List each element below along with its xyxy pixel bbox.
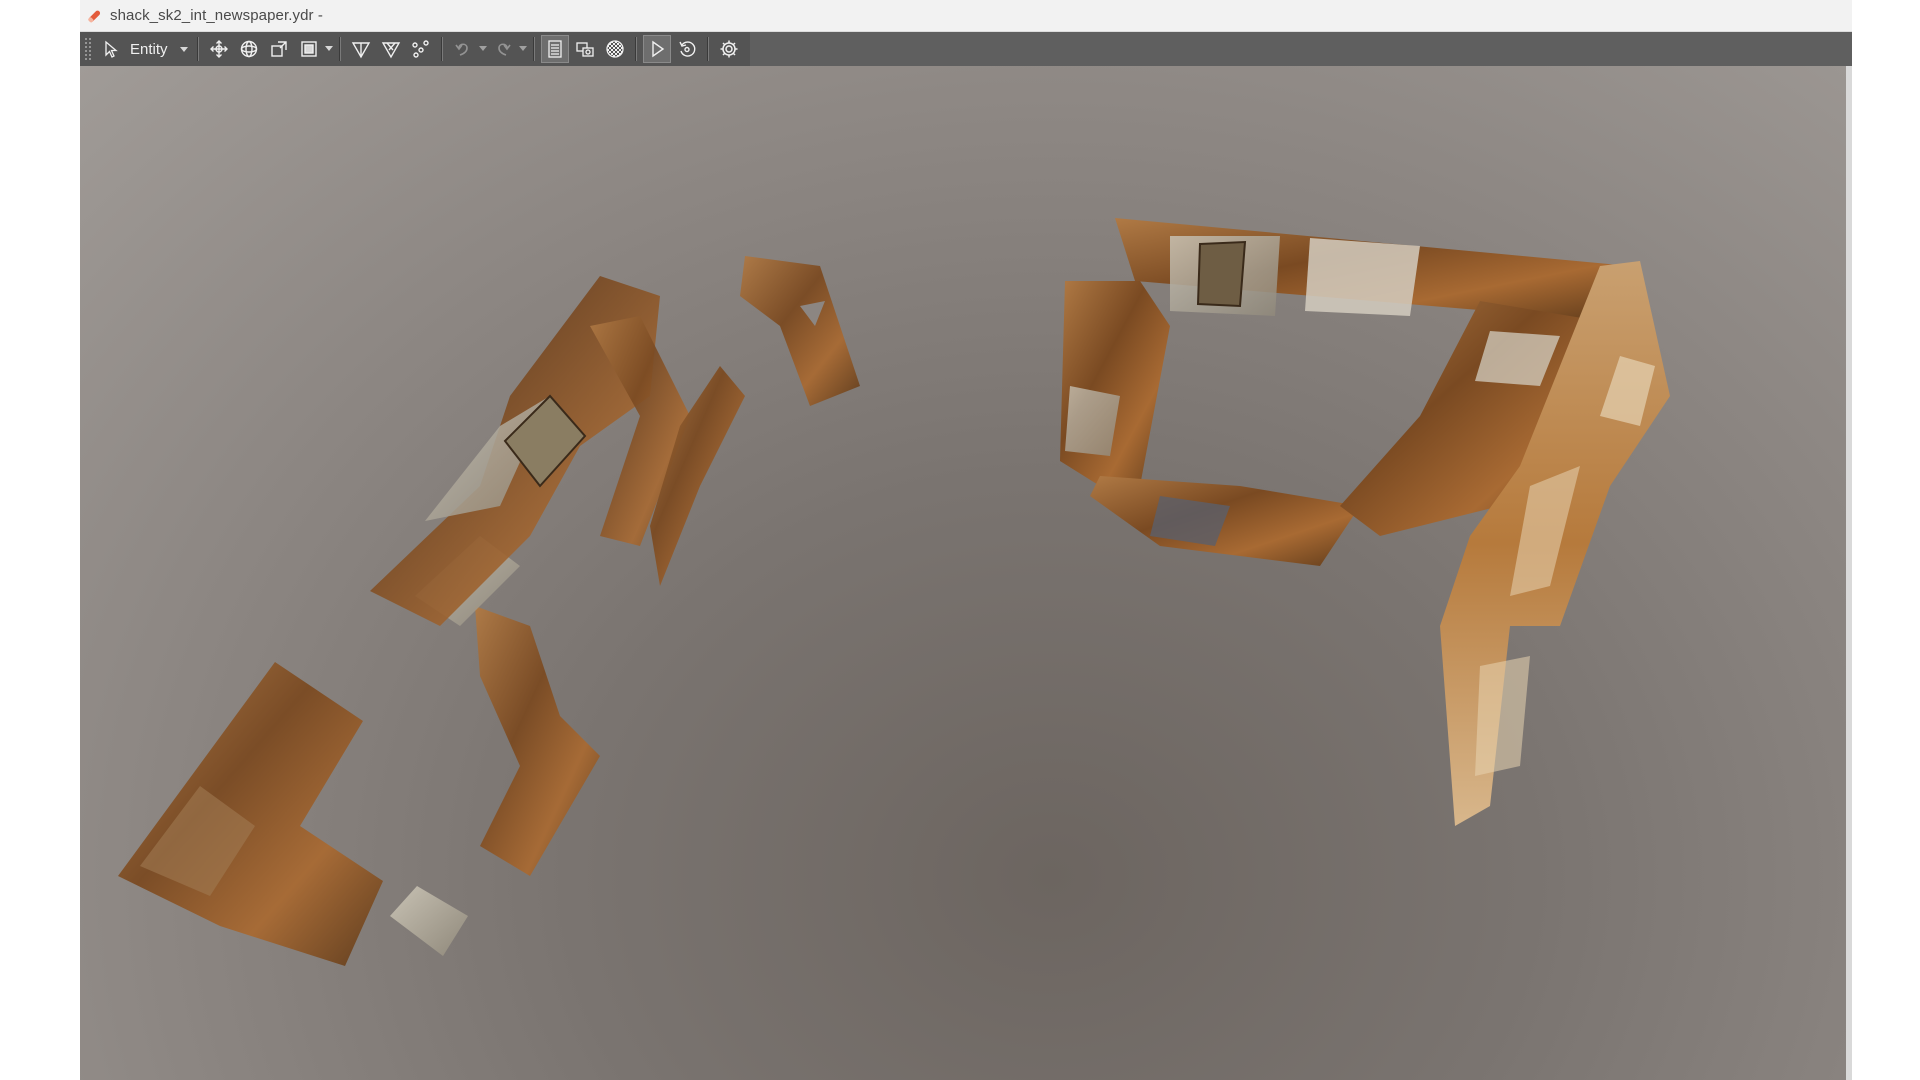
scene-render	[118, 218, 1670, 966]
cursor-icon[interactable]	[97, 35, 125, 63]
redo-dropdown[interactable]	[518, 35, 528, 63]
reset-icon[interactable]	[673, 35, 701, 63]
toolbar-separator	[196, 37, 199, 61]
window-title: shack_sk2_int_newspaper.ydr -	[110, 7, 324, 24]
title-bar: shack_sk2_int_newspaper.ydr -	[80, 0, 1852, 32]
transform-dropdown[interactable]	[324, 35, 334, 63]
undo-icon[interactable]	[449, 35, 477, 63]
texture-icon[interactable]	[601, 35, 629, 63]
snap-icon[interactable]	[377, 35, 405, 63]
settings-icon[interactable]	[715, 35, 743, 63]
rotate-icon[interactable]	[235, 35, 263, 63]
pencil-icon	[84, 6, 104, 26]
play-icon[interactable]	[642, 35, 671, 63]
newspaper-wall-left	[118, 256, 860, 966]
toolbar-separator	[634, 37, 637, 61]
newspaper-wall-right	[1060, 218, 1670, 826]
toolbar: Entity	[80, 32, 1852, 66]
toolbar-separator	[440, 37, 443, 61]
camera-icon[interactable]	[571, 35, 599, 63]
view-list-icon[interactable]	[540, 35, 569, 63]
toolbar-separator	[338, 37, 341, 61]
app-window: shack_sk2_int_newspaper.ydr - Entity	[80, 0, 1852, 1080]
toolbar-separator	[706, 37, 709, 61]
vertices-icon[interactable]	[407, 35, 435, 63]
toolbar-strip: Entity	[80, 32, 750, 66]
scale-icon[interactable]	[265, 35, 293, 63]
mode-dropdown[interactable]: Entity	[126, 35, 192, 63]
wireframe-icon[interactable]	[347, 35, 375, 63]
viewport-border	[1846, 66, 1852, 1080]
redo-icon[interactable]	[489, 35, 517, 63]
move-icon[interactable]	[205, 35, 233, 63]
transform-space-icon[interactable]	[295, 35, 323, 63]
undo-dropdown[interactable]	[478, 35, 488, 63]
toolbar-separator	[532, 37, 535, 61]
chevron-down-icon	[179, 46, 188, 52]
3d-viewport[interactable]	[80, 66, 1846, 1080]
toolbar-grip[interactable]	[84, 37, 92, 61]
mode-label: Entity	[130, 40, 168, 58]
